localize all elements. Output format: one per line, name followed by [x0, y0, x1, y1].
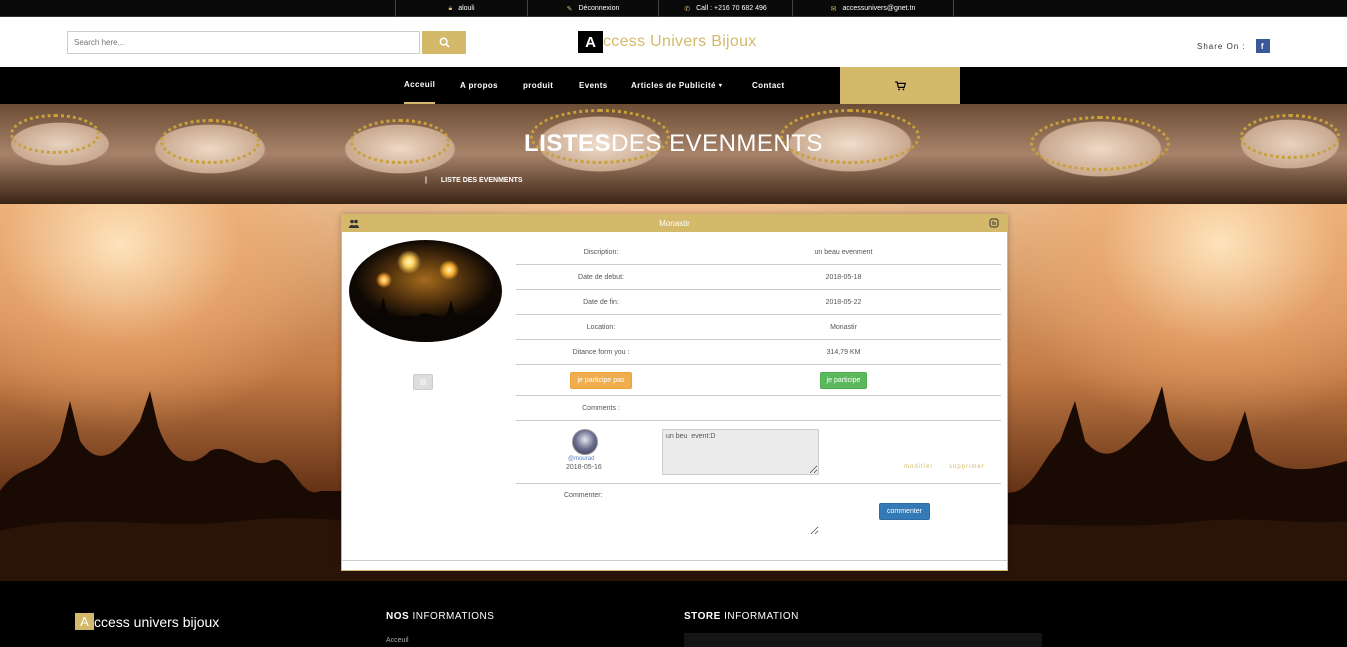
distance-label: Ditance form you :: [572, 348, 630, 356]
user-menu[interactable]: 🔒︎ alouli: [395, 0, 527, 17]
not-participate-button[interactable]: je participe pas: [570, 371, 632, 389]
search-input[interactable]: [67, 31, 420, 54]
participation-left: je participe pas: [516, 371, 686, 389]
comments-header-row: Comments :: [516, 396, 1001, 421]
main-nav: Acceuil A propos produit Events Articles…: [0, 67, 1347, 104]
detail-row: Date de debut: 2018-05-18: [516, 265, 1001, 290]
username: alouli: [458, 5, 475, 12]
participation-row: je participe pas je participe: [516, 365, 1001, 396]
submit-comment-button[interactable]: commenter: [879, 503, 931, 520]
email-label: accessunivers@gnet.tn: [842, 5, 916, 12]
participate-button[interactable]: je participe: [819, 371, 868, 389]
hand-pointer-icon[interactable]: [989, 218, 999, 228]
nav-articles-label: Articles de Publicité: [631, 81, 716, 90]
envelope-icon: ✉: [830, 5, 837, 13]
event-title: Monastir: [659, 219, 690, 228]
footer-link-acceuil[interactable]: Acceuil: [386, 637, 409, 644]
breadcrumb-current: LISTE DES EVENMENTS: [440, 177, 523, 184]
footer-logo[interactable]: A ccess univers bijoux: [75, 613, 219, 630]
nav-contact[interactable]: Contact: [752, 67, 785, 104]
nav-events[interactable]: Events: [579, 67, 608, 104]
footer-store-rest: INFORMATION: [724, 611, 799, 622]
comment-date: 2018-05-16: [566, 464, 602, 471]
share-label: Share On :: [1197, 41, 1246, 51]
description-label: Discription:: [583, 248, 619, 256]
cart-icon: [894, 80, 906, 90]
nav-acceuil[interactable]: Acceuil: [404, 67, 436, 104]
modify-comment-link[interactable]: modifier: [904, 464, 933, 470]
logout-label: Déconnexion: [578, 5, 620, 12]
start-date-value: 2018-05-18: [825, 273, 862, 281]
commenter-label: Commenter:: [564, 492, 603, 499]
nav-produit[interactable]: produit: [523, 67, 553, 104]
footer-store-information: STORE INFORMATION: [684, 611, 799, 622]
description-value: un beau evenment: [814, 248, 873, 256]
search-icon: [439, 37, 450, 48]
page-title-light: DES EVENMENTS: [611, 130, 823, 157]
chevron-down-icon: ▾: [718, 83, 723, 89]
location-label: Location:: [586, 323, 616, 331]
footer-logo-text: ccess univers bijoux: [94, 613, 220, 630]
end-date-label: Date de fin:: [583, 298, 619, 306]
comment-username[interactable]: @mourad: [568, 456, 594, 462]
comment-item: @mourad 2018-05-16 un beu event:D modifi…: [516, 422, 1001, 484]
detail-row: Discription: un beau evenment: [516, 240, 1001, 265]
facebook-icon[interactable]: f: [1255, 39, 1270, 53]
phone-info: ✆ Call : +216 70 682 496: [658, 0, 792, 17]
event-image: [349, 240, 502, 342]
email-link[interactable]: ✉ accessunivers@gnet.tn: [792, 0, 954, 17]
breadcrumb-separator: |: [425, 177, 427, 184]
page-banner: LISTESDES EVENMENTS | LISTE DES EVENMENT…: [0, 104, 1347, 204]
footer-nos-informations: NOS INFORMATIONS: [386, 611, 494, 622]
footer-logo-letter: A: [75, 613, 94, 630]
detail-row: Location: Monastir: [516, 315, 1001, 340]
end-date-value: 2018-05-22: [825, 298, 862, 306]
delete-comment-link[interactable]: supprimer: [949, 464, 985, 470]
event-card: Monastir ▤ Discription: un beau evenment…: [341, 214, 1008, 571]
store-info-panel: [684, 633, 1042, 647]
image-action-button[interactable]: ▤: [413, 374, 433, 390]
edit-icon: ✎: [566, 5, 573, 13]
event-card-header: Monastir: [342, 215, 1007, 232]
search-button[interactable]: [422, 31, 466, 54]
nav-a-propos[interactable]: A propos: [460, 67, 498, 104]
logo-text: ccess Univers Bijoux: [603, 33, 757, 50]
phone-label: Call : +216 70 682 496: [696, 5, 767, 12]
grid-icon: ▤: [419, 379, 427, 386]
phone-icon: ✆: [684, 5, 691, 13]
comment-text[interactable]: un beu event:D: [662, 429, 819, 475]
header: A ccess Univers Bijoux Share On : f: [0, 17, 1347, 67]
start-date-label: Date de debut:: [578, 273, 624, 281]
share-on: Share On : f: [1197, 39, 1270, 53]
location-value: Monastir: [830, 323, 857, 331]
distance-value: 314,79 KM: [826, 348, 861, 356]
footer-nos-bold: NOS: [386, 611, 410, 622]
detail-row: Ditance form you : 314,79 KM: [516, 340, 1001, 365]
footer-nos-rest: INFORMATIONS: [412, 611, 495, 622]
page-title-bold: LISTES: [524, 130, 612, 157]
footer-store-bold: STORE: [684, 611, 721, 622]
breadcrumb: | LISTE DES EVENMENTS: [425, 177, 523, 184]
top-bar: 🔒︎ alouli ✎ Déconnexion ✆ Call : +216 70…: [0, 0, 1347, 17]
logo-letter: A: [578, 31, 603, 53]
event-details: Discription: un beau evenment Date de de…: [516, 240, 1001, 421]
logout-link[interactable]: ✎ Déconnexion: [527, 0, 658, 17]
comments-label: Comments :: [582, 404, 620, 412]
divider: [342, 560, 1007, 561]
lock-icon: 🔒︎: [448, 4, 453, 12]
people-icon: [349, 219, 359, 228]
detail-row: Date de fin: 2018-05-22: [516, 290, 1001, 315]
nav-articles-publicite[interactable]: Articles de Publicité ▾: [631, 67, 722, 104]
avatar: [572, 429, 598, 455]
participation-right: je participe: [686, 371, 1001, 389]
cart-button[interactable]: [840, 67, 960, 104]
footer: A ccess univers bijoux NOS INFORMATIONS …: [0, 581, 1347, 647]
comment-input[interactable]: [662, 491, 819, 535]
page-title: LISTESDES EVENMENTS: [0, 130, 1347, 158]
site-logo[interactable]: A ccess Univers Bijoux: [578, 31, 757, 53]
event-crowd: [349, 297, 502, 342]
